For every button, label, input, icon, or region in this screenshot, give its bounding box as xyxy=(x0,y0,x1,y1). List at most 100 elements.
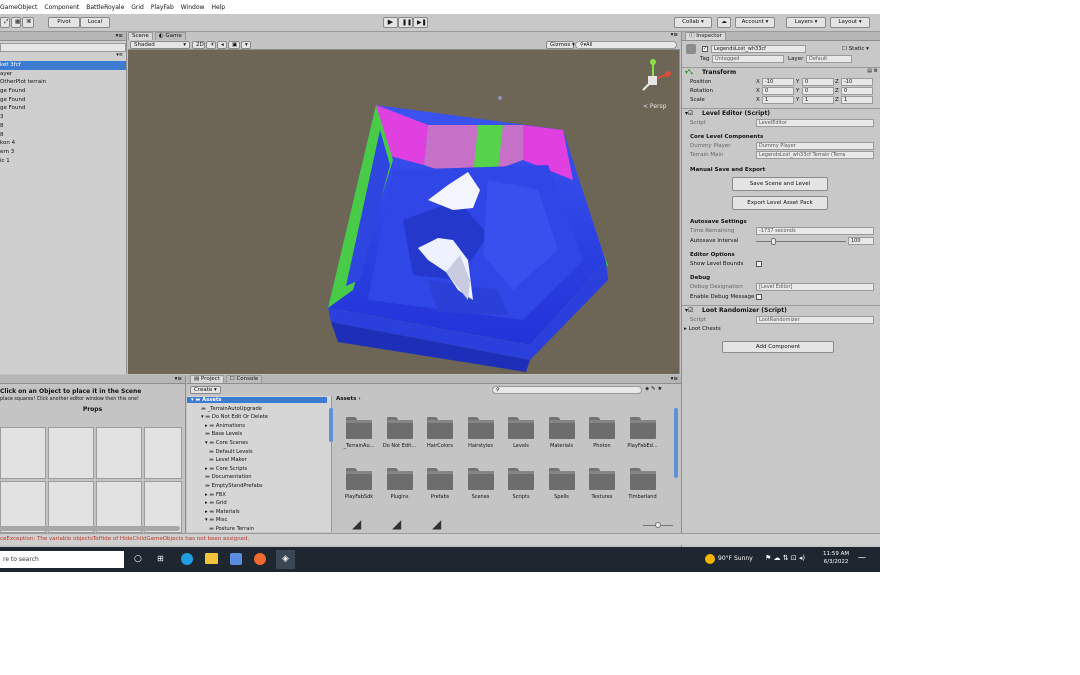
taskbar-search-input[interactable]: re to search xyxy=(0,551,124,568)
tag-dropdown[interactable]: Untagged xyxy=(712,55,784,63)
step-button[interactable]: ▶❚ xyxy=(413,17,428,28)
edge-icon[interactable] xyxy=(181,553,193,565)
prop-tile[interactable] xyxy=(144,427,182,479)
rot-x-field[interactable]: 0 xyxy=(762,87,794,95)
scene-orientation-gizmo[interactable] xyxy=(642,59,671,91)
hierarchy-item[interactable]: 8 xyxy=(0,131,126,140)
project-tree-item[interactable]: ▾ ▬ Core Scenes xyxy=(205,440,248,446)
hierarchy-item[interactable]: OtherPlot terrain xyxy=(0,78,126,87)
folder-icon[interactable] xyxy=(508,468,534,490)
menu-help[interactable]: Help xyxy=(211,4,225,11)
prop-tile[interactable] xyxy=(0,427,46,479)
hierarchy-item[interactable]: ket 3fcf xyxy=(0,61,126,70)
assets-breadcrumb[interactable]: Assets › xyxy=(336,396,676,404)
store-icon[interactable] xyxy=(230,553,242,565)
gizmos-dropdown[interactable]: Gizmos ▾ xyxy=(546,41,575,49)
folder-icon[interactable] xyxy=(386,417,413,439)
menu-grid[interactable]: Grid xyxy=(131,4,144,11)
pos-x-label[interactable]: X xyxy=(756,79,760,85)
weather-text[interactable]: 90°F Sunny xyxy=(718,555,753,562)
hierarchy-item[interactable]: kon 4 xyxy=(0,139,126,148)
loot-chests-foldout[interactable]: ▸ Loot Chests xyxy=(684,326,721,332)
shading-mode-dropdown[interactable]: Shaded ▾ xyxy=(130,41,190,49)
audio-icon[interactable]: ◂ xyxy=(217,41,227,49)
scl-z-label[interactable]: Z xyxy=(835,97,839,103)
rect-tool-icon[interactable]: ⤢ xyxy=(0,17,10,28)
transform-tool-icon[interactable]: ⌘ xyxy=(22,17,34,28)
2d-toggle[interactable]: 2D xyxy=(192,41,205,49)
scene-viewport[interactable]: < Persp xyxy=(128,50,680,374)
terrain-main-field[interactable]: LegendsLost_wh33cf Terrain (Terra xyxy=(756,151,874,159)
loot-randomizer-header[interactable]: ▾☑ Loot Randomizer (Script) xyxy=(682,305,880,315)
cloud-icon[interactable]: ☁ xyxy=(717,17,731,28)
hierarchy-options-icon[interactable]: ▾≡ xyxy=(0,52,126,61)
menu-window[interactable]: Window xyxy=(181,4,205,11)
persp-label[interactable]: < Persp xyxy=(643,103,667,110)
project-tree-item[interactable]: ▾ ▬ Misc xyxy=(205,517,227,523)
play-button[interactable]: ▶ xyxy=(383,17,398,28)
scene-visibility-icon[interactable]: ▾ xyxy=(241,41,251,49)
cortana-icon[interactable]: ○ xyxy=(134,554,142,564)
project-tree-item[interactable]: ▸ ▬ Materials xyxy=(205,509,240,515)
show-bounds-checkbox[interactable] xyxy=(756,261,762,267)
transform-component-header[interactable]: ▾⤡ Transform xyxy=(682,67,880,77)
menu-component[interactable]: Component xyxy=(44,4,79,11)
scl-y-field[interactable]: 1 xyxy=(802,96,834,104)
autosave-slider-thumb[interactable] xyxy=(771,238,776,245)
effects-icon[interactable]: ▣ xyxy=(228,41,240,49)
static-toggle[interactable]: ☐ Static ▾ xyxy=(842,46,869,52)
rot-x-label[interactable]: X xyxy=(756,88,760,94)
component-menu-icon[interactable]: ▤ ⚙ xyxy=(867,68,878,74)
task-view-icon[interactable]: ⊞ xyxy=(157,554,164,563)
folder-icon[interactable] xyxy=(589,468,615,490)
project-tree-item[interactable]: ▬ Posture Terrain xyxy=(209,526,254,532)
hierarchy-item[interactable]: ge Found xyxy=(0,87,126,96)
folder-icon[interactable] xyxy=(508,417,534,439)
folder-icon[interactable] xyxy=(629,468,656,490)
project-tree-item[interactable]: ▬ Documentation xyxy=(205,474,252,480)
project-tree-item[interactable]: ▬ _TerrainAutoUpgrade xyxy=(201,406,262,412)
folder-icon[interactable] xyxy=(346,468,372,490)
props-scrollbar[interactable] xyxy=(0,526,180,531)
dummy-player-field[interactable]: Dummy Player xyxy=(756,142,874,150)
rot-y-label[interactable]: Y xyxy=(796,88,799,94)
pause-button[interactable]: ❚❚ xyxy=(398,17,413,28)
scene-search-input[interactable]: ⚲▾All xyxy=(575,41,677,49)
asset-scrollbar[interactable] xyxy=(674,408,678,478)
grid-tool-icon[interactable]: ▦ xyxy=(11,17,21,28)
asset-file-icon[interactable]: ◢ xyxy=(432,517,441,531)
export-level-button[interactable]: Export Level Asset Pack xyxy=(732,196,828,210)
pos-x-field[interactable]: -10 xyxy=(762,78,794,86)
project-tree-item[interactable]: ▬ EmptyStandPrefabs xyxy=(205,483,263,489)
project-tree-item[interactable]: ▸ ▬ Animations xyxy=(205,423,245,429)
layers-dropdown[interactable]: Layers ▾ xyxy=(786,17,826,28)
menu-gameobject[interactable]: GameObject xyxy=(0,4,37,11)
loot-script-field[interactable]: LootRandomizer xyxy=(756,316,874,324)
tree-scrollbar[interactable] xyxy=(329,408,333,442)
prop-tile[interactable] xyxy=(48,427,94,479)
object-name-field[interactable]: LegendsLost_wh33cf xyxy=(711,45,806,53)
hierarchy-item[interactable]: ayer xyxy=(0,70,126,79)
project-tree-item[interactable]: ▾ ▬ Do Not Edit Or Delete xyxy=(201,414,268,420)
tab-inspector[interactable]: ⓘ Inspector xyxy=(685,32,726,40)
project-tree-item[interactable]: ▸ ▬ FBX xyxy=(205,492,226,498)
firefox-icon[interactable] xyxy=(254,553,266,565)
layer-dropdown[interactable]: Default xyxy=(806,55,852,63)
hierarchy-item[interactable]: ge Found xyxy=(0,104,126,113)
scl-x-label[interactable]: X xyxy=(756,97,760,103)
hierarchy-item[interactable]: ge Found xyxy=(0,96,126,105)
file-explorer-icon[interactable] xyxy=(205,553,218,564)
local-toggle[interactable]: Local xyxy=(80,17,110,28)
prop-tile[interactable] xyxy=(96,427,142,479)
scl-x-field[interactable]: 1 xyxy=(762,96,794,104)
folder-icon[interactable] xyxy=(467,468,494,490)
icon-size-slider-thumb[interactable] xyxy=(655,522,661,528)
autosave-slider-track[interactable] xyxy=(756,241,846,242)
clock[interactable]: 11:59 AM 6/3/2022 xyxy=(823,550,849,566)
lighting-icon[interactable]: ☀ xyxy=(206,41,216,49)
account-dropdown[interactable]: Account ▾ xyxy=(735,17,775,28)
project-tree-item[interactable]: ▬ Level Maker xyxy=(209,457,247,463)
layout-dropdown[interactable]: Layout ▾ xyxy=(830,17,870,28)
hierarchy-item[interactable]: ic 1 xyxy=(0,157,126,166)
status-bar-error[interactable]: ceException: The variable objectsToHide … xyxy=(0,533,880,545)
